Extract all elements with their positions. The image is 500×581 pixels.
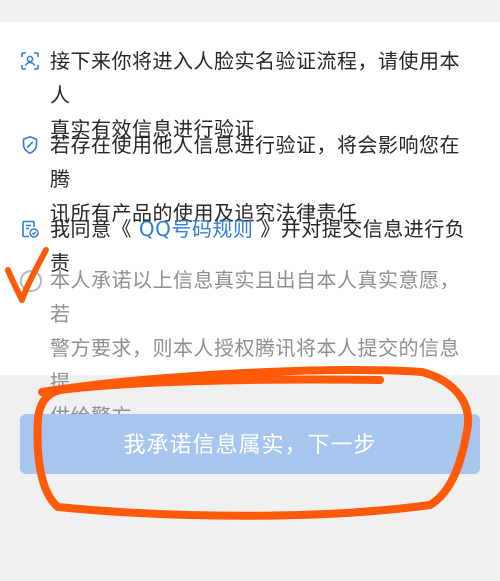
next-step-button[interactable]: 我承诺信息属实，下一步 [20,414,480,474]
qq-number-rules-link[interactable]: QQ号码规则 [139,217,253,241]
promise-text[interactable]: 本人承诺以上信息真实且出自本人真实意愿，若 警方要求，则本人授权腾讯将本人提交的… [50,263,480,433]
document-check-icon [20,219,40,239]
promise-line: 警方要求，则本人授权腾讯将本人提交的信息提 [50,336,460,394]
face-scan-icon [20,51,40,71]
agreement-prefix: 我同意《 [50,217,139,241]
info-item-line: 接下来你将进入人脸实名验证流程，请使用本人 [50,49,460,107]
top-background [0,0,500,22]
shield-icon [20,135,40,155]
promise-line: 本人承诺以上信息真实且出自本人真实意愿，若 [50,268,460,326]
promise-checkbox[interactable] [20,270,42,292]
info-item-line: 若存在使用他人信息进行验证，将会影响您在腾 [50,133,460,191]
